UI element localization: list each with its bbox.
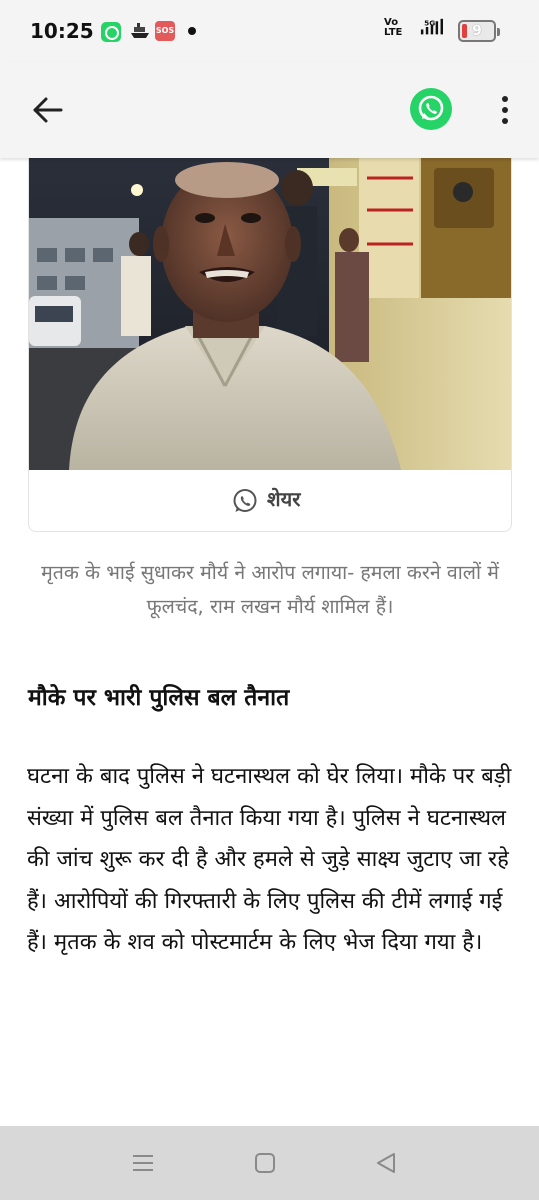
share-label: शेयर (267, 487, 301, 511)
battery-nub (497, 28, 500, 36)
volte-label: Vo LTE (384, 17, 403, 38)
home-button-icon[interactable] (250, 1150, 280, 1176)
sos-icon: SOS (155, 21, 175, 41)
image-caption: मृतक के भाई सुधाकर मौर्य ने आरोप लगाया- … (41, 561, 499, 618)
status-bar: 10:25 SOS Vo LTE 5G 9 (0, 0, 539, 62)
svg-text:5G: 5G (424, 18, 435, 27)
app-bar (0, 62, 539, 158)
signal-5g-icon: 5G (420, 18, 443, 35)
article-photo[interactable] (29, 158, 512, 470)
boat-notification-icon (131, 23, 149, 38)
article-image-card: शेयर (28, 158, 512, 532)
article-paragraph: घटना के बाद पुलिस ने घटनास्थल को घेर लिय… (27, 764, 512, 955)
recent-apps-menu-icon[interactable] (128, 1150, 158, 1176)
whatsapp-icon (418, 95, 444, 121)
back-triangle-icon[interactable] (372, 1150, 402, 1176)
whatsapp-outline-icon (233, 489, 257, 512)
more-dot (502, 96, 508, 102)
battery-icon: 9 (458, 20, 500, 42)
whatsapp-share-button[interactable] (410, 88, 452, 130)
screen: 10:25 SOS Vo LTE 5G 9 शेयर मृतक के भाई स… (0, 0, 539, 1200)
battery-level-label: 9 (472, 23, 482, 39)
back-arrow-icon[interactable] (28, 90, 68, 130)
whatsapp-notification-icon (101, 22, 121, 42)
share-button[interactable]: शेयर (29, 470, 511, 531)
section-heading: मौके पर भारी पुलिस बल तैनात (28, 685, 290, 711)
more-dot (502, 118, 508, 124)
volte-icon: Vo LTE (384, 17, 406, 38)
more-options-button[interactable] (492, 92, 518, 128)
more-dot (502, 107, 508, 113)
more-notifications-dot-icon (188, 27, 196, 35)
status-time: 10:25 (30, 19, 94, 43)
system-navigation-bar (0, 1126, 539, 1200)
